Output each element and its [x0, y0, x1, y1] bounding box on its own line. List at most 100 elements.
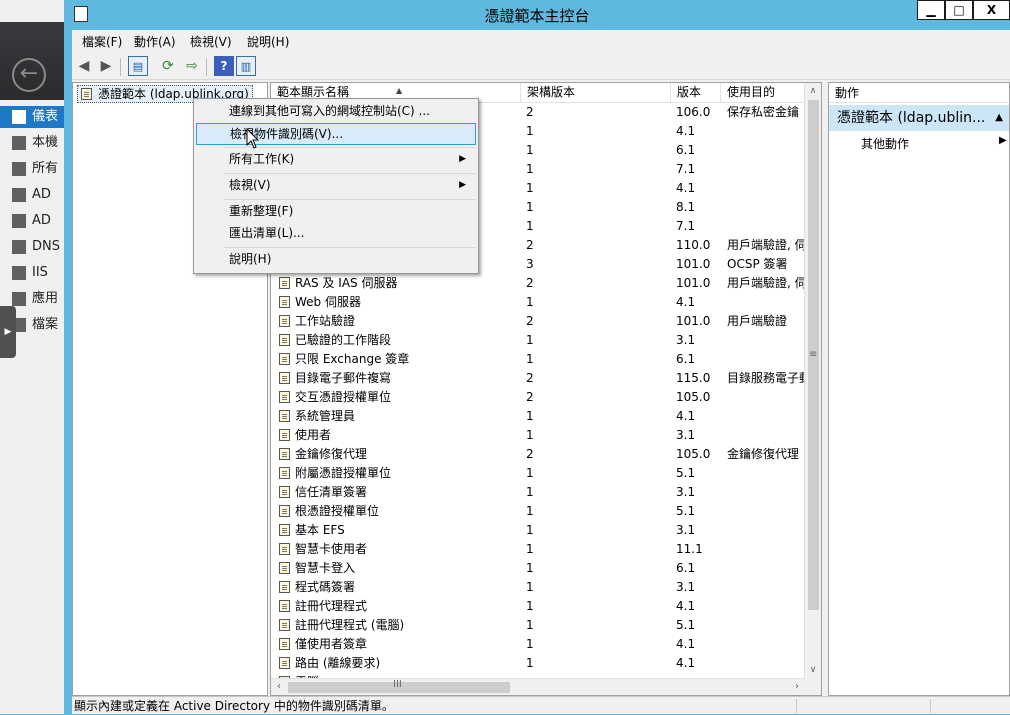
certificate-template-icon	[279, 657, 290, 669]
certificate-template-icon	[279, 486, 290, 498]
export-list-icon[interactable]: ⇨	[182, 56, 202, 76]
menu-action[interactable]: 動作(A)	[134, 33, 176, 50]
certificate-template-icon	[279, 429, 290, 441]
menu-item-view-object-identifiers[interactable]: 檢視物件識別碼(V)...	[196, 123, 476, 145]
refresh-icon[interactable]: ⟳	[158, 56, 178, 76]
certificate-template-icon	[81, 88, 92, 100]
certificate-template-icon	[279, 391, 290, 403]
nav-item-dashboard[interactable]: 儀表	[0, 106, 64, 128]
table-row[interactable]: 使用者 1 3.1	[271, 426, 806, 445]
back-icon[interactable]: ◀	[74, 56, 94, 76]
scroll-right-icon[interactable]: ›	[789, 679, 805, 695]
nav-item-all-servers[interactable]: 所有	[0, 158, 64, 180]
menu-file[interactable]: 檔案(F)	[82, 33, 122, 50]
menu-separator	[224, 199, 476, 200]
table-row[interactable]: 基本 EFS 1 3.1	[271, 521, 806, 540]
ad-icon	[12, 187, 26, 202]
version-cell: 7.1	[676, 219, 696, 233]
actions-section-title[interactable]: 憑證範本 (ldap.ublin... ▲	[829, 105, 1009, 131]
table-row[interactable]: RAS 及 IAS 伺服器 2 101.0 用戶端驗證, 伺	[271, 274, 807, 293]
column-header-schema[interactable]: 架構版本	[521, 83, 671, 103]
show-hide-action-pane-icon[interactable]: ▥	[236, 56, 256, 76]
app-icon	[12, 291, 26, 306]
scroll-down-icon[interactable]: ∨	[805, 662, 821, 678]
template-name-cell: 智慧卡使用者	[277, 540, 517, 559]
column-header-purpose[interactable]: 使用目的	[721, 83, 806, 103]
table-row[interactable]: 附屬憑證授權單位 1 5.1	[271, 464, 806, 483]
table-row[interactable]: 路由 (離線要求) 1 4.1	[271, 654, 806, 673]
submenu-arrow-icon: ▶	[459, 180, 466, 190]
schema-version-cell: 1	[526, 352, 534, 366]
collapse-icon[interactable]: ▲	[995, 105, 1003, 131]
intended-purpose-cell: 用戶端驗證, 伺	[727, 238, 807, 252]
menu-item-connect-dc[interactable]: 連線到其他可寫入的網域控制站(C) ...	[196, 101, 476, 123]
menu-view[interactable]: 檢視(V)	[190, 33, 232, 50]
nav-item-ad-ds[interactable]: AD	[0, 210, 64, 232]
template-name-cell: 金鑰修復代理	[277, 445, 517, 464]
close-button[interactable]: X	[973, 0, 1010, 20]
menu-help[interactable]: 說明(H)	[247, 33, 289, 50]
table-row[interactable]: 註冊代理程式 1 4.1	[271, 597, 806, 616]
table-row[interactable]: 註冊代理程式 (電腦) 1 5.1	[271, 616, 806, 635]
table-row[interactable]: 智慧卡登入 1 6.1	[271, 559, 806, 578]
template-name-cell: 系統管理員	[277, 407, 517, 426]
nav-item-local-server[interactable]: 本機	[0, 132, 64, 154]
schema-version-cell: 1	[526, 162, 534, 176]
table-row[interactable]: 交互憑證授權單位 2 105.0	[271, 388, 806, 407]
menu-item-refresh[interactable]: 重新整理(F)	[196, 201, 476, 223]
forward-icon[interactable]: ▶	[96, 56, 116, 76]
schema-version-cell: 2	[526, 105, 534, 119]
menu-item-view[interactable]: 檢視(V) ▶	[196, 175, 476, 197]
scroll-grip-icon: III	[393, 679, 402, 690]
table-row[interactable]: Web 伺服器 1 4.1	[271, 293, 806, 312]
background-titlebar	[0, 0, 64, 22]
table-row[interactable]: 根憑證授權單位 1 5.1	[271, 502, 806, 521]
schema-version-cell: 1	[526, 295, 534, 309]
nav-item-ad-cs[interactable]: AD	[0, 184, 64, 206]
table-row[interactable]: 信任清單簽署 1 3.1	[271, 483, 806, 502]
table-row[interactable]: 工作站驗證 2 101.0 用戶端驗證	[271, 312, 806, 331]
iis-icon	[12, 265, 26, 280]
menu-item-all-tasks[interactable]: 所有工作(K) ▶	[196, 149, 476, 171]
vertical-scrollbar[interactable]: ∧ ≡ ∨	[804, 83, 821, 679]
expand-tab-icon[interactable]: ▶	[0, 306, 16, 358]
version-cell: 4.1	[676, 409, 696, 423]
other-actions-item[interactable]: 其他動作	[861, 135, 909, 152]
submenu-arrow-icon: ▶	[999, 135, 1007, 146]
horizontal-scrollbar[interactable]: ‹ III ›	[271, 678, 806, 695]
table-row[interactable]: 系統管理員 1 4.1	[271, 407, 806, 426]
schema-version-cell: 1	[526, 618, 534, 632]
table-row[interactable]: 僅使用者簽章 1 4.1	[271, 635, 806, 654]
nav-item-iis[interactable]: IIS	[0, 262, 64, 284]
template-name-cell: 信任清單簽署	[277, 483, 517, 502]
menubar: 檔案(F) 動作(A) 檢視(V) 說明(H)	[72, 30, 1010, 52]
intended-purpose-cell: OCSP 簽署	[727, 257, 788, 271]
column-header-version[interactable]: 版本	[671, 83, 721, 103]
dashboard-icon	[12, 109, 26, 124]
window-title: 憑證範本主控台	[484, 7, 590, 25]
menu-separator	[224, 173, 476, 174]
table-row[interactable]: 金鑰修復代理 2 105.0 金鑰修復代理	[271, 445, 806, 464]
menu-separator	[224, 247, 476, 248]
certificate-template-icon	[279, 543, 290, 555]
table-row[interactable]: 只限 Exchange 簽章 1 6.1	[271, 350, 806, 369]
schema-version-cell: 1	[526, 124, 534, 138]
maximize-button[interactable]: □	[945, 0, 973, 20]
status-text: 顯示內建或定義在 Active Directory 中的物件識別碼清單。	[74, 699, 394, 713]
scroll-left-icon[interactable]: ‹	[271, 679, 287, 695]
scroll-up-icon[interactable]: ∧	[805, 83, 821, 99]
menu-item-help[interactable]: 說明(H)	[196, 249, 476, 271]
table-row[interactable]: 已驗證的工作階段 1 3.1	[271, 331, 806, 350]
table-row[interactable]: 目錄電子郵件複寫 2 115.0 目錄服務電子郵	[271, 369, 807, 388]
show-hide-tree-icon[interactable]: ▤	[128, 56, 148, 76]
table-row[interactable]: 智慧卡使用者 1 11.1	[271, 540, 806, 559]
table-row[interactable]: 程式碼簽署 1 3.1	[271, 578, 806, 597]
help-icon[interactable]: ?	[214, 56, 234, 76]
back-arrow-icon[interactable]: ←	[12, 58, 46, 92]
minimize-button[interactable]: ▁	[917, 0, 945, 20]
nav-item-dns[interactable]: DNS	[0, 236, 64, 258]
version-cell: 4.1	[676, 656, 696, 670]
version-cell: 5.1	[676, 618, 696, 632]
menu-item-export-list[interactable]: 匯出清單(L)...	[196, 223, 476, 245]
template-name-cell: 基本 EFS	[277, 521, 517, 540]
